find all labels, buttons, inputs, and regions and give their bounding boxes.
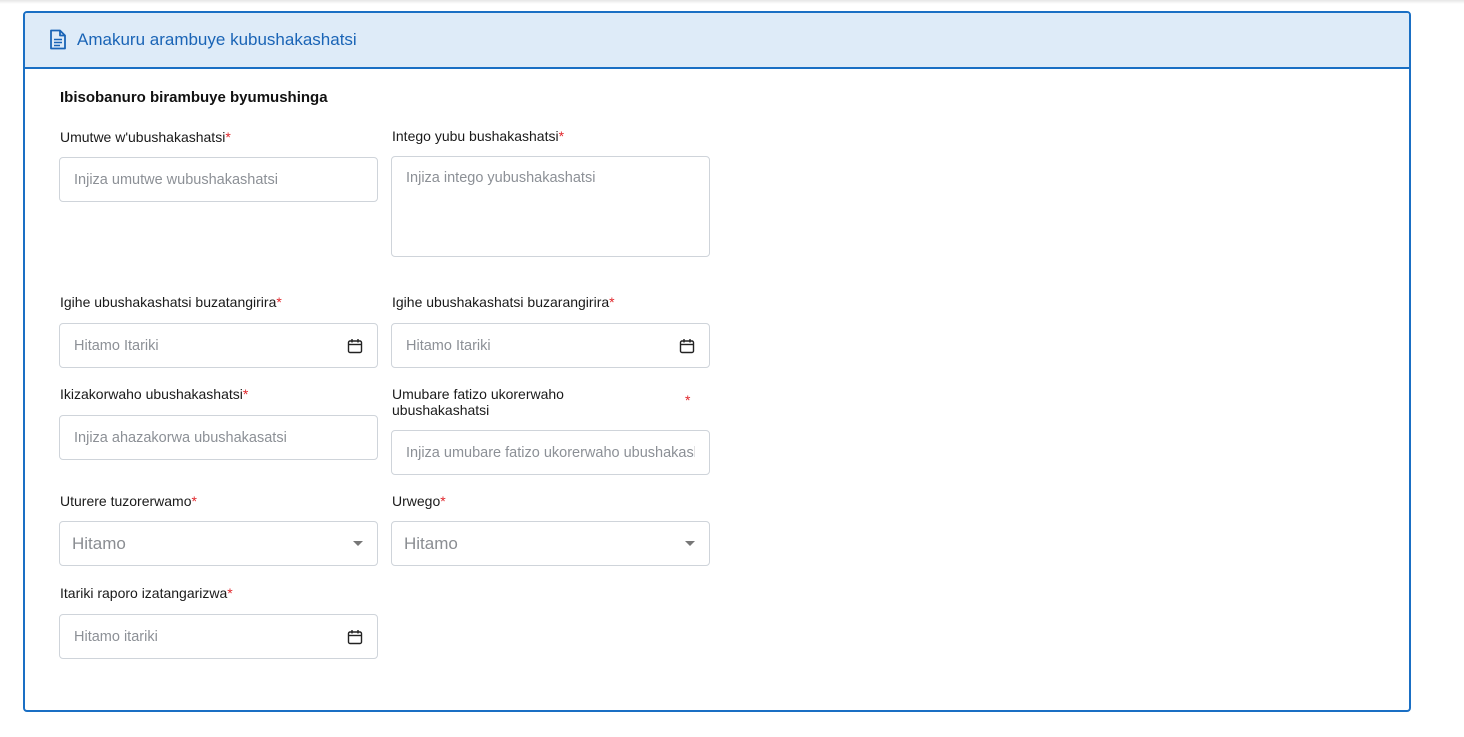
location-select[interactable]: Hitamo (59, 521, 378, 566)
location-select-value: Hitamo (72, 533, 126, 553)
title-input[interactable]: Injiza umutwe wubushakashatsi (59, 157, 378, 202)
level-select[interactable]: Hitamo (391, 521, 710, 566)
card-header: Amakuru arambuye kubushakashatsi (25, 13, 1409, 69)
required-mark: * (227, 585, 233, 601)
required-mark: * (685, 392, 691, 408)
required-mark: * (276, 294, 282, 310)
chevron-down-icon[interactable] (685, 541, 695, 546)
objective-label: Intego yubu bushakashatsi* (392, 128, 565, 144)
end-date-placeholder: Hitamo Itariki (406, 337, 491, 354)
end-date-picker[interactable]: Hitamo Itariki (391, 323, 710, 368)
sample-size-input[interactable]: Injiza umubare fatizo ukorerwaho ubushak… (391, 430, 710, 475)
end-date-label: Igihe ubushakashatsi buzarangirira* (392, 294, 615, 310)
report-date-picker[interactable]: Hitamo itariki (59, 614, 378, 659)
chevron-down-icon[interactable] (353, 541, 363, 546)
title-label: Umutwe w'ubushakashatsi* (60, 129, 231, 145)
required-mark: * (440, 493, 446, 509)
target-input-placeholder: Injiza ahazakorwa ubushakasatsi (74, 429, 287, 446)
card-title: Amakuru arambuye kubushakashatsi (77, 30, 357, 49)
objective-textarea[interactable]: Injiza intego yubushakashatsi (391, 156, 710, 257)
report-date-label: Itariki raporo izatangarizwa* (60, 585, 233, 601)
start-date-picker[interactable]: Hitamo Itariki (59, 323, 378, 368)
start-date-placeholder: Hitamo Itariki (74, 337, 159, 354)
required-mark: * (225, 129, 231, 145)
section-title: Ibisobanuro birambuye byumushinga (60, 89, 328, 106)
calendar-icon[interactable] (347, 338, 363, 354)
sample-size-label: Umubare fatizo ukorerwaho ubushakashatsi (392, 386, 564, 418)
target-input[interactable]: Injiza ahazakorwa ubushakasatsi (59, 415, 378, 460)
research-details-card: Amakuru arambuye kubushakashatsi Ibisoba… (23, 11, 1411, 712)
required-mark: * (609, 294, 615, 310)
objective-textarea-placeholder: Injiza intego yubushakashatsi (406, 170, 596, 186)
level-label: Urwego* (392, 493, 446, 509)
document-icon (49, 29, 69, 51)
target-label: Ikizakorwaho ubushakashatsi* (60, 386, 249, 402)
report-date-placeholder: Hitamo itariki (74, 628, 158, 645)
top-shadow (0, 0, 1464, 4)
required-mark: * (242, 386, 249, 402)
calendar-icon[interactable] (679, 338, 695, 354)
start-date-label: Igihe ubushakashatsi buzatangirira* (60, 294, 282, 310)
required-mark: * (191, 493, 197, 509)
level-select-value: Hitamo (404, 533, 458, 553)
calendar-icon[interactable] (347, 629, 363, 645)
required-mark: * (558, 128, 565, 144)
title-input-placeholder: Injiza umutwe wubushakashatsi (74, 171, 278, 188)
location-label: Uturere tuzorerwamo* (60, 493, 197, 509)
sample-size-placeholder: Injiza umubare fatizo ukorerwaho ubushak… (406, 444, 695, 461)
